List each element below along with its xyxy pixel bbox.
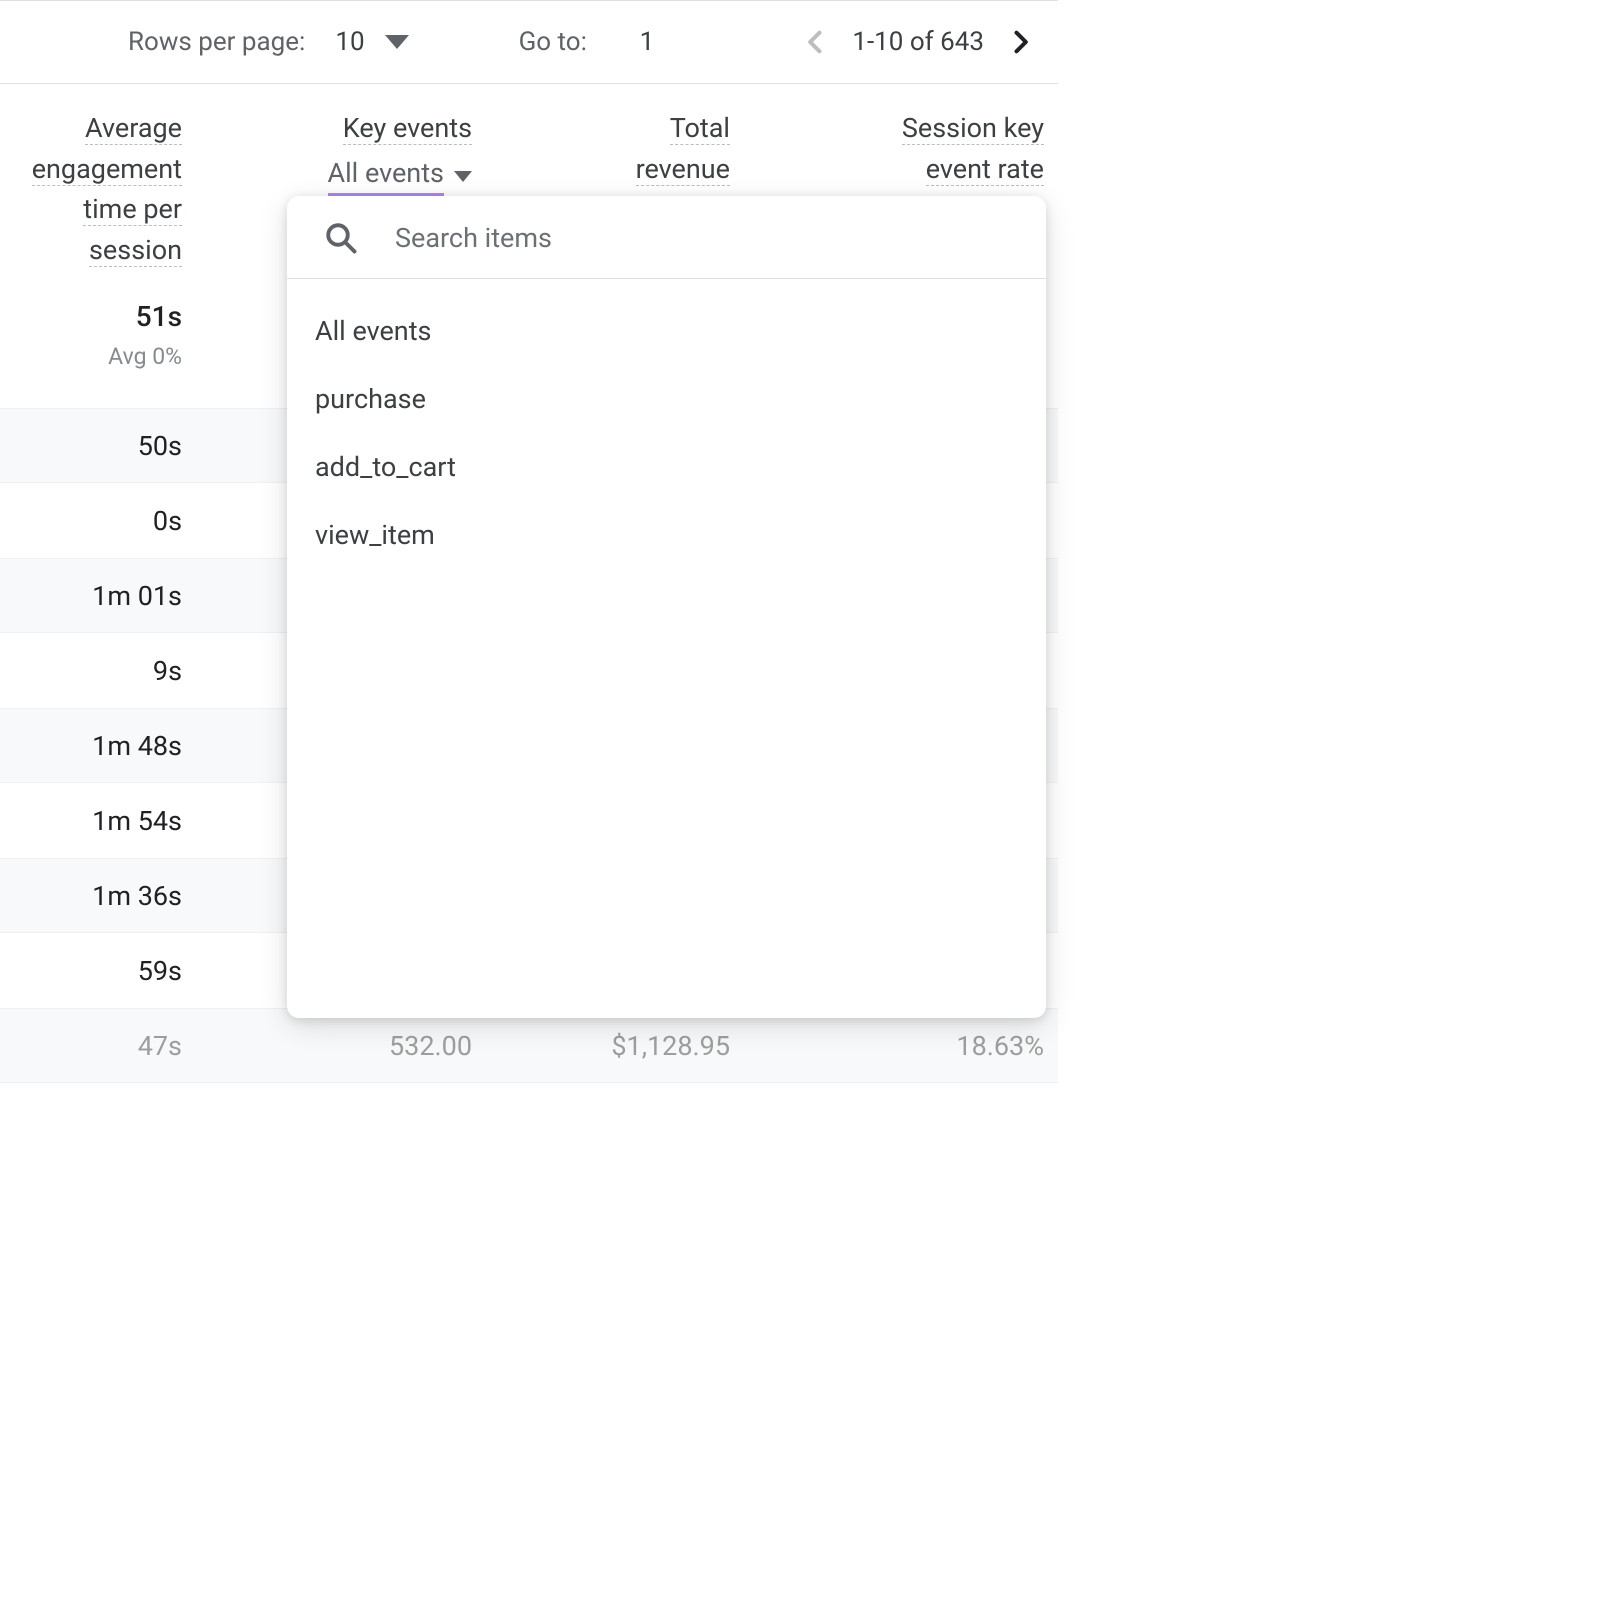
dropdown-item[interactable]: All events — [287, 297, 1046, 365]
dropdown-item[interactable]: add_to_cart — [287, 433, 1046, 501]
table-cell: 9s — [14, 655, 182, 687]
go-to-label: Go to: — [519, 27, 587, 57]
pagination-bar: Rows per page: 10 Go to: 1-10 of 643 — [0, 0, 1058, 84]
table-cell: 532.00 — [182, 1030, 472, 1062]
search-icon — [323, 220, 359, 256]
go-to-input[interactable] — [617, 26, 677, 58]
col-avg-engagement-header[interactable]: Average engagement time per session — [14, 108, 182, 270]
dropdown-item[interactable]: view_item — [287, 501, 1046, 569]
table-cell: 0s — [14, 505, 182, 537]
dropdown-search-input[interactable] — [393, 221, 1010, 255]
pager: 1-10 of 643 — [802, 23, 1058, 61]
rows-per-page-select[interactable]: 10 — [335, 27, 408, 57]
table-cell: 1m 48s — [14, 730, 182, 762]
dropdown-item[interactable]: purchase — [287, 365, 1046, 433]
dropdown-list: All eventspurchaseadd_to_cartview_item — [287, 279, 1046, 587]
prev-page-button[interactable] — [802, 23, 830, 61]
key-events-filter-dropdown[interactable]: All events — [328, 153, 473, 199]
table-cell: 59s — [14, 955, 182, 987]
table-cell: 1m 54s — [14, 805, 182, 837]
table-cell: 1m 36s — [14, 880, 182, 912]
chevron-down-icon — [454, 171, 472, 182]
dropdown-search-row — [287, 196, 1046, 279]
table-cell: $1,128.95 — [472, 1030, 730, 1062]
summary-subtext: Avg 0% — [14, 343, 182, 370]
table-cell: 18.63% — [730, 1030, 1044, 1062]
table-row[interactable]: 47s532.00$1,128.9518.63% — [0, 1008, 1058, 1083]
table-cell: 50s — [14, 430, 182, 462]
rows-per-page-value: 10 — [335, 27, 364, 57]
chevron-down-icon — [385, 35, 409, 49]
page-range-text: 1-10 of 643 — [852, 27, 984, 57]
table-cell: 1m 01s — [14, 580, 182, 612]
summary-value: 51s Avg 0% — [14, 300, 182, 370]
next-page-button[interactable] — [1006, 23, 1034, 61]
rows-per-page-label: Rows per page: — [128, 27, 305, 57]
table-cell: 47s — [14, 1030, 182, 1062]
key-events-dropdown-panel: All eventspurchaseadd_to_cartview_item — [287, 196, 1046, 1018]
